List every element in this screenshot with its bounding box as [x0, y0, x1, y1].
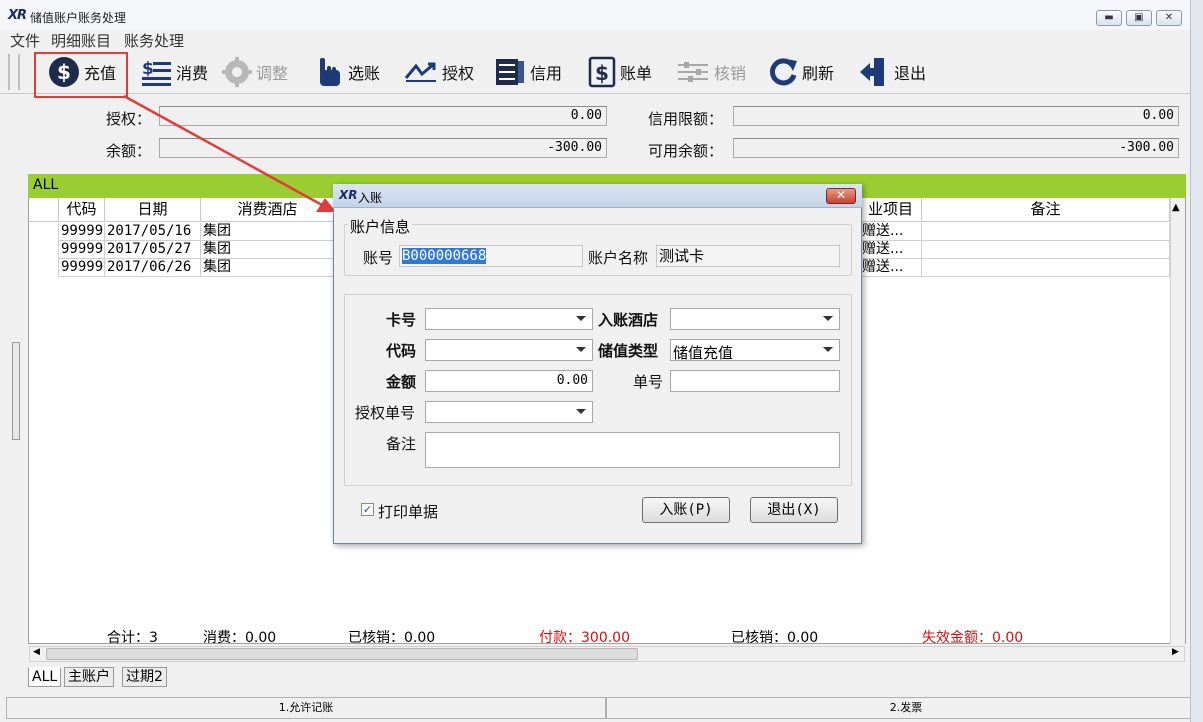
account-no-value: B000000668: [402, 248, 487, 264]
desktop-edge: [1190, 0, 1203, 722]
account-name-label: 账户名称: [588, 249, 649, 267]
dialog-title: 入账: [358, 191, 383, 205]
note-label: 备注: [386, 435, 417, 453]
chevron-down-icon: [823, 347, 833, 352]
dialog-close-button[interactable]: ✕: [826, 188, 856, 204]
dialog-title-bar[interactable]: [333, 184, 862, 208]
chevron-down-icon: [576, 409, 586, 414]
bill-no-label: 单号: [633, 373, 664, 391]
chevron-down-icon: [576, 347, 586, 352]
amount-label: 金额: [386, 373, 417, 391]
code-label: 代码: [386, 342, 417, 360]
dialog-logo: XR: [339, 188, 358, 202]
card-label: 卡号: [386, 311, 417, 329]
bill-no-input[interactable]: [670, 370, 840, 392]
account-name-field[interactable]: 测试卡: [656, 245, 840, 267]
auth-no-select[interactable]: [425, 401, 593, 423]
print-checkbox[interactable]: ✓: [361, 503, 374, 516]
dialog-exit-button[interactable]: 退出(X): [750, 497, 838, 523]
card-select[interactable]: [425, 308, 593, 330]
chevron-down-icon: [823, 316, 833, 321]
amount-input[interactable]: 0.00: [425, 370, 593, 392]
account-info-legend: 账户信息: [348, 216, 413, 237]
type-select[interactable]: 储值充值: [670, 339, 840, 362]
auth-no-label: 授权单号: [355, 404, 416, 422]
print-label: 打印单据: [378, 503, 439, 521]
account-no-label: 账号: [363, 249, 394, 267]
chevron-down-icon: [576, 316, 586, 321]
type-value: 储值充值: [673, 344, 734, 362]
type-label: 储值类型: [598, 342, 659, 360]
hotel-select[interactable]: [670, 308, 840, 330]
note-textarea[interactable]: [425, 432, 840, 468]
hotel-label: 入账酒店: [598, 311, 659, 329]
post-button[interactable]: 入账(P): [642, 497, 730, 523]
code-select[interactable]: [425, 339, 593, 361]
account-no-field[interactable]: B000000668: [399, 245, 583, 267]
